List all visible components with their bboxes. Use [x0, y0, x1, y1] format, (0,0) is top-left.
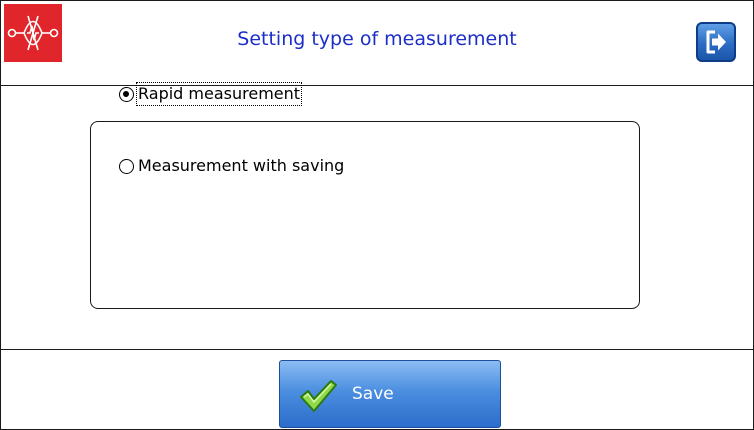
- exit-button[interactable]: [696, 22, 736, 62]
- footer-bar: Save: [1, 350, 753, 429]
- radio-rapid-measurement[interactable]: Rapid measurement: [119, 81, 303, 107]
- header-bar: Setting type of measurement: [1, 1, 753, 86]
- save-button[interactable]: Save: [279, 360, 501, 428]
- radio-button-checked[interactable]: [119, 86, 134, 102]
- page-title: Setting type of measurement: [237, 28, 517, 50]
- settings-window: Setting type of measurement Rapid measur…: [0, 0, 754, 430]
- radio-measurement-with-saving[interactable]: Measurement with saving: [119, 153, 345, 179]
- radio-button-unchecked[interactable]: [119, 158, 134, 174]
- content-area: [1, 86, 753, 350]
- radio-label-measurement-with-saving: Measurement with saving: [138, 156, 345, 175]
- save-button-label: Save: [352, 384, 394, 404]
- measurement-type-group: [90, 121, 640, 309]
- logo-icon: [4, 4, 62, 62]
- exit-icon: [706, 30, 726, 54]
- checkmark-icon: [300, 380, 337, 412]
- radio-label-rapid-measurement: Rapid measurement: [135, 82, 303, 106]
